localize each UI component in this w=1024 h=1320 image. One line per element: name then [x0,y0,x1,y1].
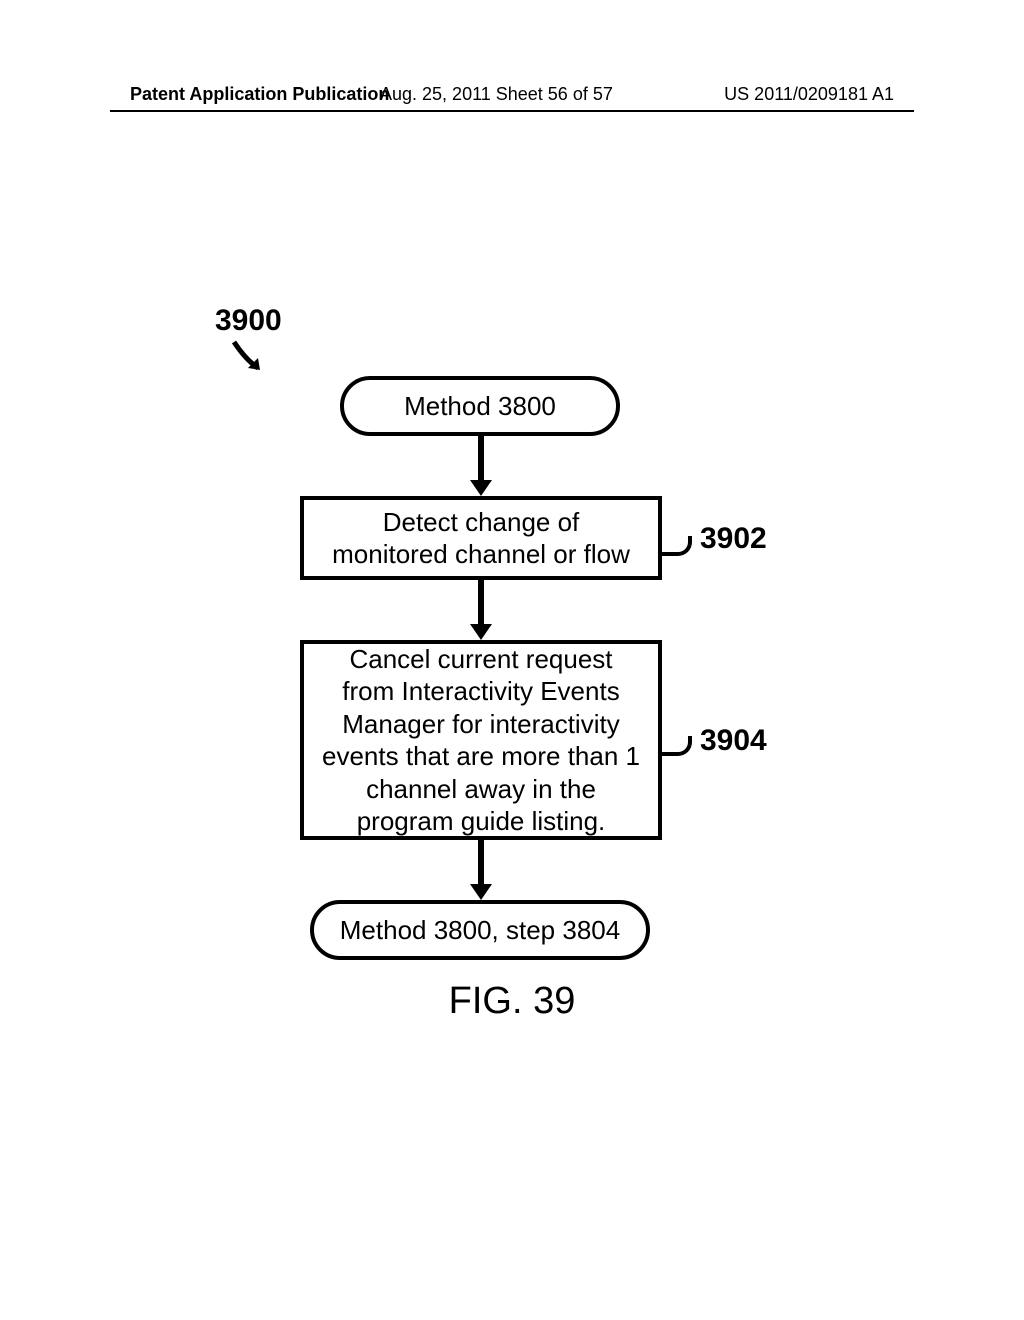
flow-connector [478,580,484,628]
flow-terminal-start: Method 3800 [340,376,620,436]
flow-process-label: Detect change of monitored channel or fl… [322,506,640,571]
header-date-sheet: Aug. 25, 2011 Sheet 56 of 57 [380,84,613,105]
flow-terminal-end: Method 3800, step 3804 [310,900,650,960]
arrowhead-icon [470,884,492,900]
flow-connector [478,436,484,484]
reference-label-3902: 3902 [700,522,767,556]
flow-connector [478,840,484,888]
flow-process-cancel-request: Cancel current request from Interactivit… [300,640,662,840]
header-divider [110,110,914,112]
figure-caption: FIG. 39 [0,980,1024,1023]
flow-terminal-end-label: Method 3800, step 3804 [340,915,620,946]
arrowhead-icon [470,624,492,640]
flow-process-detect-change: Detect change of monitored channel or fl… [300,496,662,580]
header-pub-type: Patent Application Publication [130,84,389,105]
flow-process-label: Cancel current request from Interactivit… [322,643,640,838]
arrowhead-icon [470,480,492,496]
callout-connector-icon [662,536,692,556]
callout-connector-icon [662,736,692,756]
reference-label-3904: 3904 [700,724,767,758]
header-doc-number: US 2011/0209181 A1 [724,84,894,105]
reference-arrow-icon [230,338,270,378]
flowchart-reference-number: 3900 [215,304,282,338]
flow-terminal-start-label: Method 3800 [404,391,556,422]
